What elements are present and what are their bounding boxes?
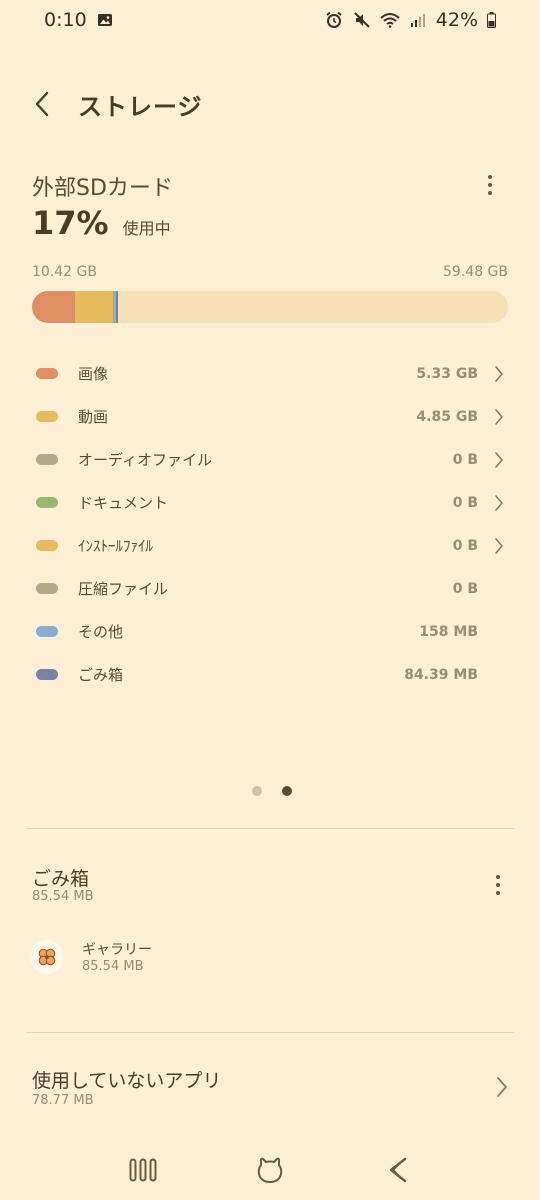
- chevron-right-icon: [494, 408, 506, 426]
- trash-more-button[interactable]: [486, 870, 510, 900]
- category-size: 4.85 GB: [416, 408, 478, 425]
- recents-icon: [129, 1158, 157, 1182]
- category-size: 0 B: [452, 451, 478, 468]
- signal-icon: [408, 10, 428, 30]
- more-vert-icon: [496, 875, 500, 895]
- more-options-button[interactable]: [478, 170, 502, 200]
- category-color-dot: [36, 368, 58, 379]
- usage-percent-row: 17% 使用中: [32, 204, 171, 242]
- status-right: 42%: [324, 9, 496, 31]
- battery-percent: 42%: [435, 9, 478, 31]
- category-list: 画像 5.33 GB 動画 4.85 GB オーディオファイル 0 B ドキュメント 0 Bｲ…: [0, 352, 540, 696]
- home-icon: [257, 1157, 283, 1183]
- divider: [26, 1032, 514, 1033]
- trash-item-gallery[interactable]: ギャラリー 85.54 MB: [30, 936, 510, 982]
- home-button[interactable]: [240, 1148, 300, 1192]
- category-color-dot: [36, 626, 58, 637]
- page-indicator: [252, 786, 292, 796]
- category-row[interactable]: ごみ箱 84.39 MB: [0, 653, 540, 696]
- total-size: 59.48 GB: [443, 264, 508, 280]
- unused-apps-row[interactable]: 使用していないアプリ 78.77 MB: [0, 1062, 540, 1118]
- divider: [26, 828, 514, 829]
- status-bar: 0:10 42%: [0, 0, 540, 40]
- page-dot-1[interactable]: [252, 786, 262, 796]
- category-size: 0 B: [452, 580, 478, 597]
- page-title: ストレージ: [78, 92, 203, 121]
- category-label: オーディオファイル: [78, 451, 212, 469]
- chevron-right-icon: [494, 365, 506, 383]
- category-label: 画像: [78, 365, 109, 383]
- unused-apps-title: 使用していないアプリ: [32, 1070, 222, 1092]
- alarm-icon: [324, 10, 344, 30]
- trash-title: ごみ箱: [32, 868, 90, 890]
- header: ストレージ: [28, 80, 203, 128]
- recents-button[interactable]: [113, 1148, 173, 1192]
- navigation-bar: [0, 1140, 540, 1200]
- category-color-dot: [36, 497, 58, 508]
- wifi-icon: [380, 10, 400, 30]
- category-size: 5.33 GB: [416, 365, 478, 382]
- category-size: 84.39 MB: [404, 666, 478, 683]
- usage-bar-segment: [116, 291, 118, 323]
- unused-apps-size: 78.77 MB: [32, 1093, 94, 1108]
- usage-bar-segment: [75, 291, 114, 323]
- in-use-label: 使用中: [122, 219, 171, 238]
- chevron-right-icon: [494, 451, 506, 469]
- back-button[interactable]: [28, 84, 56, 124]
- category-row[interactable]: ｲﾝｽﾄｰﾙﾌｧｲﾙ 0 B: [0, 524, 540, 567]
- status-left: 0:10: [44, 9, 115, 31]
- category-row[interactable]: 圧縮ファイル 0 B: [0, 567, 540, 610]
- page-dot-2[interactable]: [282, 786, 292, 796]
- category-label: その他: [78, 623, 124, 641]
- trash-size: 85.54 MB: [32, 889, 94, 904]
- more-vert-icon: [488, 175, 492, 195]
- usage-percent: 17%: [32, 204, 109, 242]
- chevron-right-icon: [494, 537, 506, 555]
- used-size: 10.42 GB: [32, 264, 97, 280]
- back-icon: [389, 1157, 406, 1183]
- category-row[interactable]: 画像 5.33 GB: [0, 352, 540, 395]
- category-label: ドキュメント: [78, 494, 169, 512]
- category-color-dot: [36, 583, 58, 594]
- category-color-dot: [36, 669, 58, 680]
- category-label: ごみ箱: [78, 666, 124, 684]
- category-size: 0 B: [452, 494, 478, 511]
- gallery-notification-icon: [95, 10, 115, 30]
- category-row[interactable]: オーディオファイル 0 B: [0, 438, 540, 481]
- category-color-dot: [36, 454, 58, 465]
- category-label: ｲﾝｽﾄｰﾙﾌｧｲﾙ: [78, 537, 154, 555]
- trash-item-size: 85.54 MB: [82, 959, 144, 974]
- usage-bar-segment: [32, 291, 75, 323]
- storage-name: 外部SDカード: [32, 176, 173, 201]
- mute-icon: [352, 10, 372, 30]
- category-size: 158 MB: [419, 623, 478, 640]
- status-time: 0:10: [44, 9, 87, 31]
- category-label: 動画: [78, 408, 109, 426]
- category-row[interactable]: 動画 4.85 GB: [0, 395, 540, 438]
- category-label: 圧縮ファイル: [78, 580, 169, 598]
- category-color-dot: [36, 411, 58, 422]
- chevron-right-icon: [494, 494, 506, 512]
- nav-back-button[interactable]: [367, 1148, 427, 1192]
- category-row[interactable]: その他 158 MB: [0, 610, 540, 653]
- trash-item-name: ギャラリー: [82, 942, 152, 958]
- category-row[interactable]: ドキュメント 0 B: [0, 481, 540, 524]
- category-size: 0 B: [452, 537, 478, 554]
- category-color-dot: [36, 540, 58, 551]
- chevron-right-icon: [496, 1076, 508, 1102]
- usage-bar: [32, 291, 508, 323]
- clover-icon: [30, 940, 64, 974]
- chevron-left-icon: [35, 91, 49, 117]
- battery-icon: [486, 10, 496, 30]
